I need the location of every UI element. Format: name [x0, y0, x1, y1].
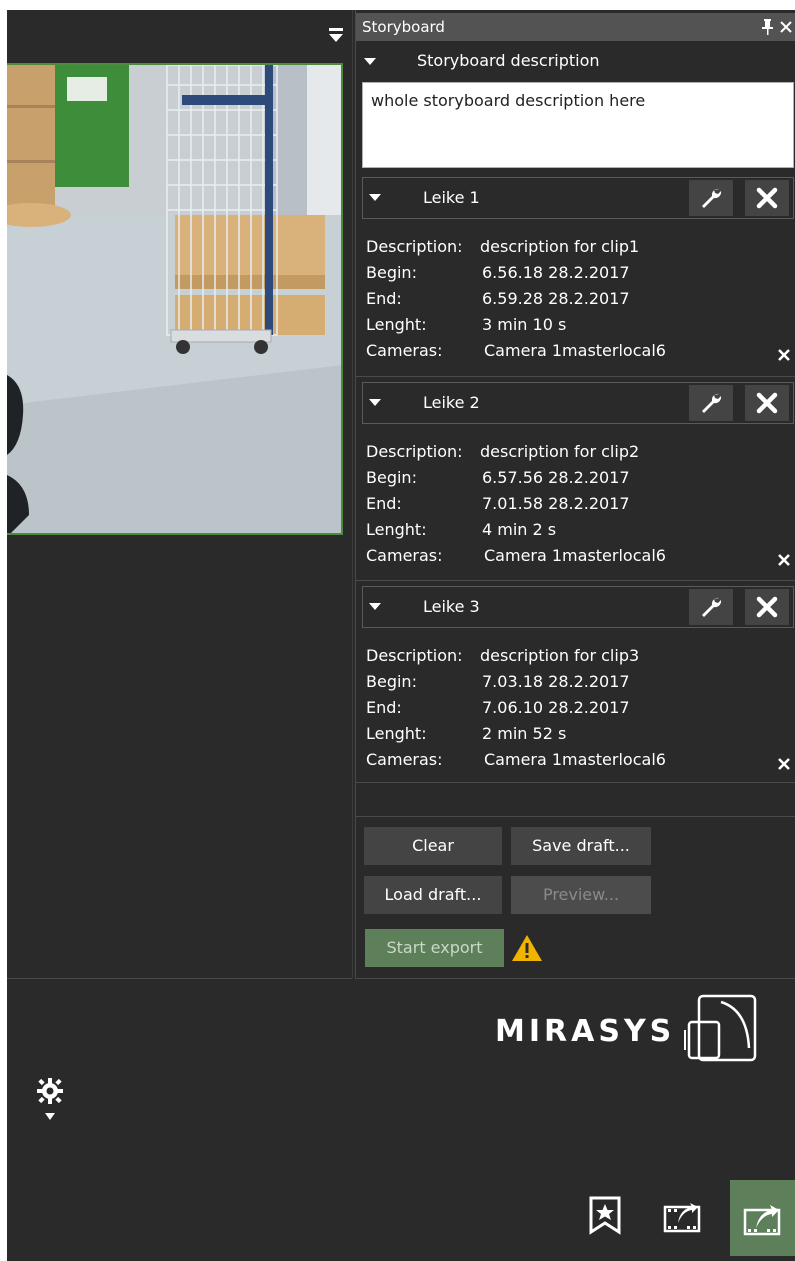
save-draft-button[interactable]: Save draft... — [511, 827, 651, 865]
export-clip-icon[interactable] — [662, 1195, 702, 1235]
preview-button[interactable]: Preview... — [511, 876, 651, 914]
logo-mark-icon — [684, 994, 757, 1062]
close-icon[interactable] — [780, 21, 792, 33]
panel-title-bar[interactable]: Storyboard — [356, 13, 795, 41]
section-title: Storyboard description — [417, 51, 600, 70]
load-draft-button[interactable]: Load draft... — [364, 876, 502, 914]
split-divider[interactable] — [352, 10, 353, 978]
remove-camera-icon[interactable] — [778, 758, 790, 770]
divider — [356, 376, 795, 377]
clip-card: Leike 2 Description: description for cli… — [358, 382, 795, 579]
storyboard-export-icon — [743, 1205, 781, 1236]
storyboard-description-header[interactable]: Storyboard description — [356, 46, 795, 76]
clip-header[interactable]: Leike 2 — [362, 382, 794, 424]
clip-header[interactable]: Leike 1 — [362, 177, 794, 219]
start-export-button[interactable]: Start export — [365, 929, 504, 967]
collapse-triangle-icon[interactable] — [369, 603, 381, 610]
collapse-triangle-icon[interactable] — [369, 194, 381, 201]
gear-icon[interactable] — [37, 1078, 63, 1104]
divider — [7, 978, 352, 979]
remove-camera-icon[interactable] — [778, 554, 790, 566]
storyboard-description-input[interactable]: whole storyboard description here — [362, 82, 794, 168]
mirasys-logo: MIRASYS — [495, 992, 785, 1064]
storyboard-panel: Storyboard Storyboard description whole … — [355, 10, 795, 978]
panel-title: Storyboard — [362, 18, 445, 36]
divider — [356, 816, 795, 817]
chevron-down-icon[interactable] — [45, 1113, 55, 1120]
app-window: Storyboard Storyboard description whole … — [7, 10, 795, 1261]
clear-button[interactable]: Clear — [364, 827, 502, 865]
clip-card: Leike 3 Description: description for cli… — [358, 586, 795, 783]
pin-icon[interactable] — [761, 19, 774, 35]
layout-menu-icon[interactable] — [329, 26, 343, 44]
clip-title: Leike 1 — [423, 188, 480, 207]
close-icon — [756, 596, 778, 618]
divider — [356, 580, 795, 581]
close-icon — [756, 187, 778, 209]
edit-clip-button[interactable] — [689, 589, 733, 625]
remove-clip-button[interactable] — [745, 180, 789, 216]
camera-frame-image — [7, 65, 341, 533]
wrench-icon — [702, 188, 722, 208]
divider — [355, 978, 795, 979]
logo-text: MIRASYS — [495, 1014, 676, 1049]
clip-title: Leike 2 — [423, 393, 480, 412]
close-icon — [756, 392, 778, 414]
remove-camera-icon[interactable] — [778, 349, 790, 361]
edit-clip-button[interactable] — [689, 180, 733, 216]
wrench-icon — [702, 393, 722, 413]
warning-icon — [512, 935, 542, 961]
clip-title: Leike 3 — [423, 597, 480, 616]
divider — [356, 782, 795, 783]
edit-clip-button[interactable] — [689, 385, 733, 421]
bookmark-icon[interactable] — [585, 1195, 625, 1235]
collapse-triangle-icon[interactable] — [369, 399, 381, 406]
remove-clip-button[interactable] — [745, 589, 789, 625]
wrench-icon — [702, 597, 722, 617]
clip-header[interactable]: Leike 3 — [362, 586, 794, 628]
clip-card: Leike 1 Description: description for cli… — [358, 177, 795, 374]
camera-video-view[interactable] — [7, 63, 343, 535]
collapse-triangle-icon[interactable] — [364, 58, 376, 65]
remove-clip-button[interactable] — [745, 385, 789, 421]
storyboard-tab[interactable] — [730, 1180, 795, 1256]
